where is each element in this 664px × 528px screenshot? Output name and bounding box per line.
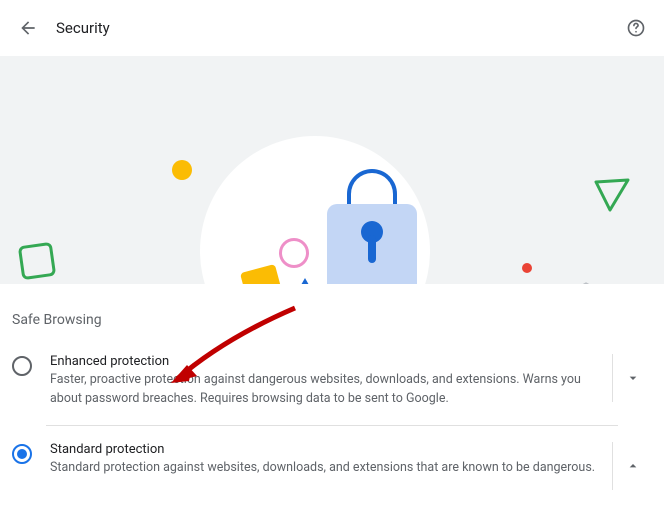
standard-body[interactable]: Standard protection Standard protection … bbox=[50, 442, 612, 478]
standard-desc: Standard protection against websites, do… bbox=[50, 459, 602, 478]
section-title: Safe Browsing bbox=[0, 284, 664, 338]
header: Security bbox=[0, 0, 664, 56]
standard-title: Standard protection bbox=[50, 442, 602, 457]
enhanced-body[interactable]: Enhanced protection Faster, proactive pr… bbox=[50, 354, 612, 409]
hero-illustration bbox=[0, 56, 664, 284]
chevron-down-icon bbox=[625, 370, 641, 386]
enhanced-desc: Faster, proactive protection against dan… bbox=[50, 371, 602, 409]
enhanced-protection-option: Enhanced protection Faster, proactive pr… bbox=[0, 338, 664, 425]
standard-radio[interactable] bbox=[12, 444, 32, 464]
enhanced-title: Enhanced protection bbox=[50, 354, 602, 369]
help-button[interactable] bbox=[624, 16, 648, 40]
standard-expander[interactable] bbox=[612, 442, 652, 490]
back-button[interactable] bbox=[16, 16, 40, 40]
enhanced-expander[interactable] bbox=[612, 354, 652, 402]
help-icon bbox=[626, 18, 646, 38]
chevron-up-icon bbox=[625, 458, 641, 474]
arrow-left-icon bbox=[18, 18, 38, 38]
enhanced-radio[interactable] bbox=[12, 356, 32, 376]
standard-protection-option: Standard protection Standard protection … bbox=[0, 426, 664, 506]
page-title: Security bbox=[56, 19, 110, 37]
